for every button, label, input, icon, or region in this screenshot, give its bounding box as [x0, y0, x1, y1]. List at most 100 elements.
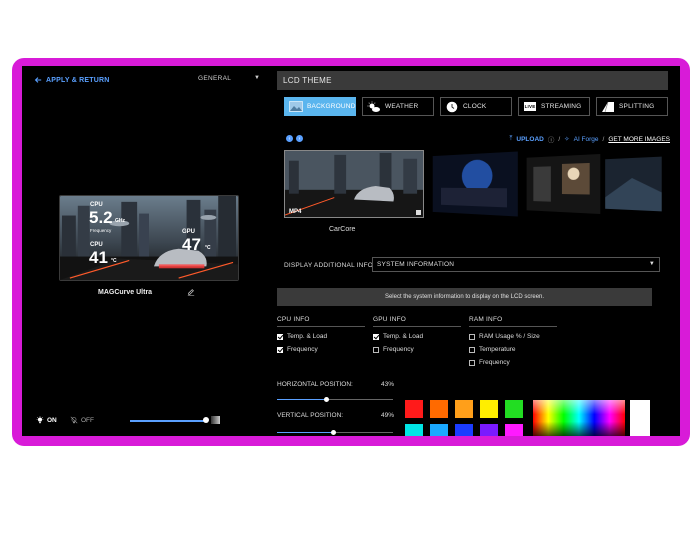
clock-icon — [445, 101, 459, 113]
ram-frequency-option[interactable]: Frequency — [469, 359, 557, 366]
color-swatch[interactable] — [430, 400, 448, 418]
ai-forge-icon[interactable]: ✧ — [564, 135, 569, 143]
tab-streaming[interactable]: LIVE STREAMING — [518, 97, 590, 116]
color-spectrum-picker[interactable] — [533, 400, 625, 436]
tab-clock[interactable]: CLOCK — [440, 97, 512, 116]
arrow-left-icon — [34, 77, 42, 83]
gpu-frequency-option[interactable]: Frequency — [373, 346, 461, 353]
thumbnail-4[interactable] — [605, 156, 662, 212]
option-label: Temp. & Load — [287, 333, 328, 340]
tab-background-label: BACKGROUND — [307, 103, 356, 110]
checkbox[interactable] — [373, 333, 379, 340]
get-more-images-link[interactable]: GET MORE IMAGES — [608, 136, 670, 143]
thumbnail-4-image — [605, 156, 662, 212]
color-swatch[interactable] — [480, 400, 498, 418]
selected-color-preview[interactable] — [630, 400, 650, 436]
color-swatch[interactable] — [480, 424, 498, 436]
thumbnail-carcore[interactable]: MP4 — [284, 150, 424, 218]
tab-clock-label: CLOCK — [463, 103, 487, 110]
apply-return-label: APPLY & RETURN — [46, 76, 110, 84]
power-off-toggle[interactable]: OFF — [70, 416, 94, 424]
lcd-theme-panel: LCD THEME BACKGROUND WEATHER CLOCK LIVE … — [277, 66, 680, 436]
option-label: RAM Usage % / Size — [479, 333, 540, 340]
tab-streaming-label: STREAMING — [541, 103, 582, 110]
vertical-position-value: 49% — [381, 412, 395, 419]
thumbnail-2[interactable] — [432, 151, 518, 217]
color-swatch[interactable] — [455, 424, 473, 436]
checkbox[interactable] — [469, 359, 475, 366]
edit-pencil-icon[interactable] — [187, 288, 195, 296]
carousel-nav: ‹ › — [286, 135, 303, 142]
caret-down-icon[interactable]: ▼ — [254, 75, 260, 81]
horizontal-position-slider[interactable] — [277, 397, 393, 402]
option-label: Temperature — [479, 346, 516, 353]
thumbnail-2-image — [432, 151, 518, 217]
upload-link[interactable]: UPLOAD — [516, 136, 543, 143]
checkbox[interactable] — [469, 333, 475, 340]
ai-forge-link[interactable]: AI Forge — [574, 136, 599, 143]
ram-info-title: RAM INFO — [469, 316, 557, 327]
info-circle-icon[interactable]: ⓘ — [548, 134, 555, 144]
bulb-off-icon — [70, 416, 78, 424]
media-links: ⤒ UPLOAD ⓘ / ✧ AI Forge / GET MORE IMAGE… — [510, 134, 670, 144]
background-carousel: MP4 — [284, 150, 662, 220]
cpu-frequency-unit: GHz — [115, 218, 125, 224]
upload-icon[interactable]: ⤒ — [510, 135, 513, 143]
thumbnail-3[interactable] — [526, 153, 601, 215]
caret-down-icon: ▼ — [648, 261, 655, 267]
color-swatch[interactable] — [505, 400, 523, 418]
tab-splitting[interactable]: SPLITTING — [596, 97, 668, 116]
device-name: MAGCurve Ultra — [98, 289, 153, 296]
gpu-temp-load-option[interactable]: Temp. & Load — [373, 333, 461, 340]
apply-return-button[interactable]: APPLY & RETURN — [34, 76, 109, 84]
brightness-slider-handle[interactable] — [203, 417, 209, 423]
power-on-label: ON — [47, 416, 57, 424]
ram-temperature-option[interactable]: Temperature — [469, 346, 557, 353]
lcd-preview: CPU 5.2 GHz Frequency CPU 41 °C GPU 47 °… — [59, 195, 239, 281]
general-dropdown[interactable]: GENERAL — [198, 75, 231, 82]
color-swatch[interactable] — [505, 424, 523, 436]
color-swatch[interactable] — [455, 400, 473, 418]
live-badge: LIVE — [523, 102, 537, 111]
gpu-temp-value: 47 — [182, 235, 201, 254]
power-on-toggle[interactable]: ON — [36, 416, 57, 424]
splitting-icon — [601, 101, 615, 113]
display-info-select[interactable]: SYSTEM INFORMATION ▼ — [372, 257, 660, 272]
tab-background[interactable]: BACKGROUND — [284, 97, 356, 116]
checkbox[interactable] — [469, 346, 475, 353]
gpu-temp-unit: °C — [205, 245, 211, 251]
vertical-position-slider[interactable] — [277, 430, 393, 435]
checkbox[interactable] — [277, 346, 283, 353]
cpu-temp-load-option[interactable]: Temp. & Load — [277, 333, 365, 340]
info-hint-bar: Select the system information to display… — [277, 288, 652, 306]
vertical-slider-handle[interactable] — [331, 430, 337, 435]
fullscreen-icon[interactable] — [416, 210, 421, 215]
option-label: Temp. & Load — [383, 333, 424, 340]
horizontal-slider-handle[interactable] — [324, 397, 330, 402]
color-swatch[interactable] — [405, 424, 423, 436]
live-icon: LIVE — [523, 101, 537, 113]
theme-tabs: BACKGROUND WEATHER CLOCK LIVE STREAMING … — [284, 97, 668, 116]
cpu-frequency-option[interactable]: Frequency — [277, 346, 365, 353]
color-swatch[interactable] — [430, 424, 448, 436]
horizontal-position-value: 43% — [381, 381, 395, 388]
ram-usage-option[interactable]: RAM Usage % / Size — [469, 333, 557, 340]
checkbox[interactable] — [373, 346, 379, 353]
horizontal-slider-fill — [277, 399, 327, 400]
brightness-slider-track[interactable] — [130, 420, 206, 422]
gpu-info-column: GPU INFO Temp. & Load Frequency — [373, 316, 461, 353]
color-swatch[interactable] — [405, 400, 423, 418]
tab-weather[interactable]: WEATHER — [362, 97, 434, 116]
option-label: Frequency — [383, 346, 414, 353]
background-image-icon — [289, 101, 303, 113]
lcd-theme-title: LCD THEME — [277, 71, 668, 90]
cpu-info-title: CPU INFO — [277, 316, 365, 327]
checkbox[interactable] — [277, 333, 283, 340]
app-screen: APPLY & RETURN GENERAL ▼ CPU 5.2 GHz Fre… — [22, 66, 680, 436]
prev-circle-icon[interactable]: ‹ — [286, 135, 293, 142]
option-label: Frequency — [479, 359, 510, 366]
vertical-slider-fill — [277, 432, 334, 433]
cpu-info-column: CPU INFO Temp. & Load Frequency — [277, 316, 365, 353]
next-circle-icon[interactable]: › — [296, 135, 303, 142]
tab-weather-label: WEATHER — [385, 103, 419, 110]
